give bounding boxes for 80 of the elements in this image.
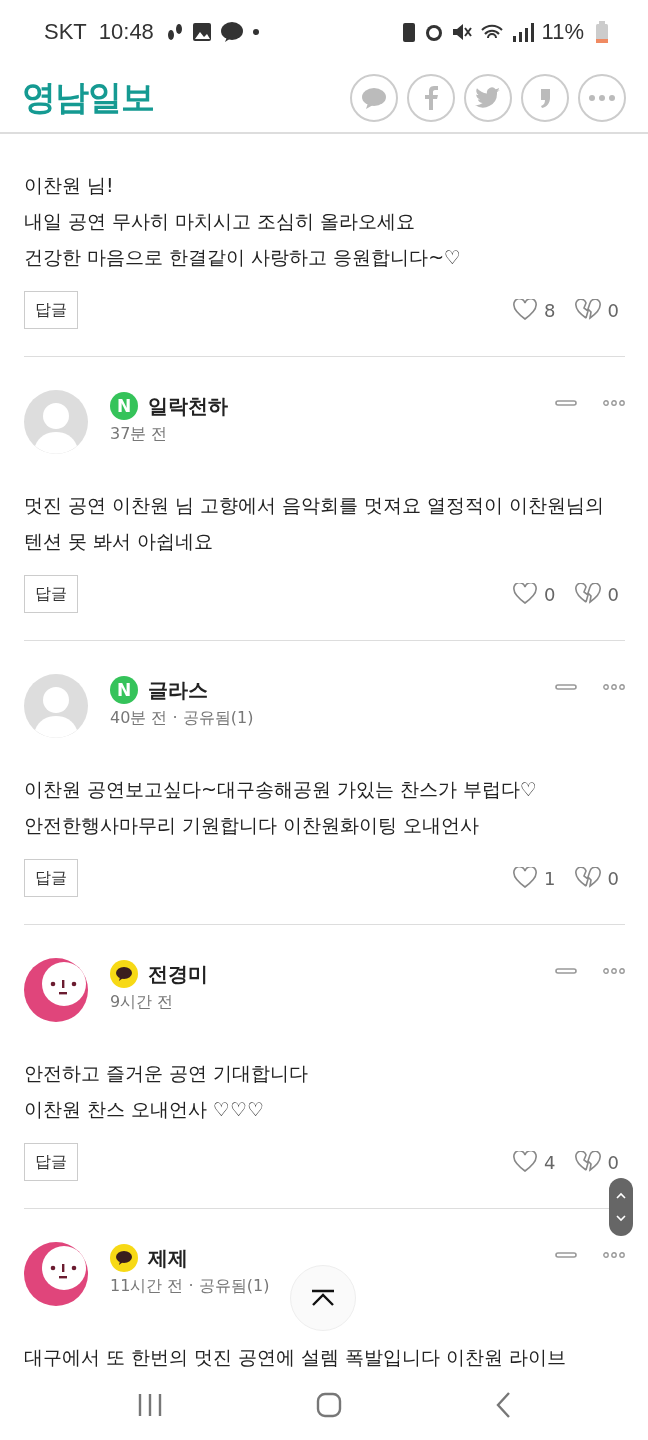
more-icon[interactable] xyxy=(603,1252,625,1258)
comma-icon xyxy=(539,87,551,109)
battery-percent: 11% xyxy=(541,19,584,45)
dot-icon xyxy=(251,28,260,36)
comment-text: 이찬원 공연보고싶다~대구송해공원 가있는 찬스가 부럽다♡ xyxy=(24,777,539,802)
comment-text: 내일 공연 무사히 마치시고 조심히 올라오세요 xyxy=(24,209,417,234)
more-button[interactable] xyxy=(578,74,626,122)
heart-icon[interactable] xyxy=(512,583,539,605)
comment-meta: 9시간 전 xyxy=(110,992,175,1013)
like-count: 1 xyxy=(544,867,556,889)
collapse-icon[interactable] xyxy=(555,400,577,406)
mute-icon xyxy=(451,22,472,42)
naver-badge: N xyxy=(110,676,138,704)
user-name: 일락천하 xyxy=(148,392,228,420)
avatar-icon xyxy=(24,390,88,454)
dislike-count: 0 xyxy=(607,1151,619,1173)
battery-icon xyxy=(596,21,608,43)
more-icon xyxy=(589,95,615,101)
recent-apps-icon[interactable] xyxy=(136,1392,163,1418)
user-name: 제제 xyxy=(148,1244,188,1272)
scroll-handle[interactable] xyxy=(609,1178,633,1236)
comment-text: 멋진 공연 이찬원 님 고향에서 음악회를 멋져요 열정적이 이찬원님의 텐션 못 봐서 아쉽네요 xyxy=(24,493,606,554)
user-name: 글라스 xyxy=(148,676,208,704)
heart-icon[interactable] xyxy=(512,299,539,321)
dislike-count: 0 xyxy=(607,867,619,889)
more-icon[interactable] xyxy=(603,684,625,690)
image-icon xyxy=(191,22,212,42)
broken-heart-icon[interactable] xyxy=(573,1151,602,1173)
carrier: SKT xyxy=(44,19,87,45)
clock: 10:48 xyxy=(98,19,154,45)
comment-meta: 11시간 전 · 공유됨(1) xyxy=(110,1276,271,1297)
back-icon[interactable] xyxy=(495,1391,512,1419)
speech-bubble-icon xyxy=(110,960,138,988)
chat-icon xyxy=(219,21,244,43)
share-button[interactable] xyxy=(521,74,569,122)
broken-heart-icon[interactable] xyxy=(573,583,602,605)
comment-meta: 40분 전 · 공유됨(1) xyxy=(110,708,255,729)
more-icon[interactable] xyxy=(603,400,625,406)
user-name: 전경미 xyxy=(148,960,208,988)
reply-button[interactable]: 답글 xyxy=(24,1143,78,1181)
comment-text: 안전하고 즐거운 공연 기대합니다 xyxy=(24,1061,310,1086)
comment-text: 이찬원 찬스 오내언사 ♡♡♡ xyxy=(24,1097,266,1122)
collapse-icon[interactable] xyxy=(555,968,577,974)
comment-text: 안전한행사마무리 기원합니다 이찬원화이팅 오내언사 xyxy=(24,813,481,838)
avatar-icon xyxy=(24,958,88,1022)
like-count: 4 xyxy=(544,1151,556,1173)
reply-button[interactable]: 답글 xyxy=(24,291,78,329)
battery-saver-icon xyxy=(401,21,416,43)
footprints-icon xyxy=(165,21,184,43)
comment-meta: 37분 전 xyxy=(110,424,169,445)
comment-text: 대구에서 또 한번의 멋진 공연에 설렘 폭발입니다 이찬원 라이브 xyxy=(24,1345,568,1370)
more-icon[interactable] xyxy=(603,968,625,974)
home-icon[interactable] xyxy=(316,1392,342,1418)
like-count: 8 xyxy=(544,299,556,321)
heart-icon[interactable] xyxy=(512,867,539,889)
broken-heart-icon[interactable] xyxy=(573,867,602,889)
comment-text: 건강한 마음으로 한결같이 사랑하고 응원합니다~♡ xyxy=(24,245,463,270)
avatar-icon xyxy=(24,674,88,738)
facebook-icon xyxy=(424,86,438,110)
scroll-top-icon xyxy=(310,1289,336,1307)
broken-heart-icon[interactable] xyxy=(573,299,602,321)
reply-button[interactable]: 답글 xyxy=(24,859,78,897)
heart-icon[interactable] xyxy=(512,1151,539,1173)
bird-icon xyxy=(475,87,501,109)
signal-icon xyxy=(511,22,534,42)
speech-bubble-icon xyxy=(361,87,387,109)
avatar-icon xyxy=(24,1242,88,1306)
alarm-icon xyxy=(423,22,444,42)
share-button[interactable] xyxy=(464,74,512,122)
comment-text: 이찬원 님! xyxy=(24,173,115,198)
naver-badge: N xyxy=(110,392,138,420)
like-count: 0 xyxy=(544,583,556,605)
reply-button[interactable]: 답글 xyxy=(24,575,78,613)
speech-bubble-icon xyxy=(110,1244,138,1272)
collapse-icon[interactable] xyxy=(555,1252,577,1258)
dislike-count: 0 xyxy=(607,583,619,605)
share-button[interactable] xyxy=(407,74,455,122)
dislike-count: 0 xyxy=(607,299,619,321)
share-button[interactable] xyxy=(350,74,398,122)
collapse-icon[interactable] xyxy=(555,684,577,690)
